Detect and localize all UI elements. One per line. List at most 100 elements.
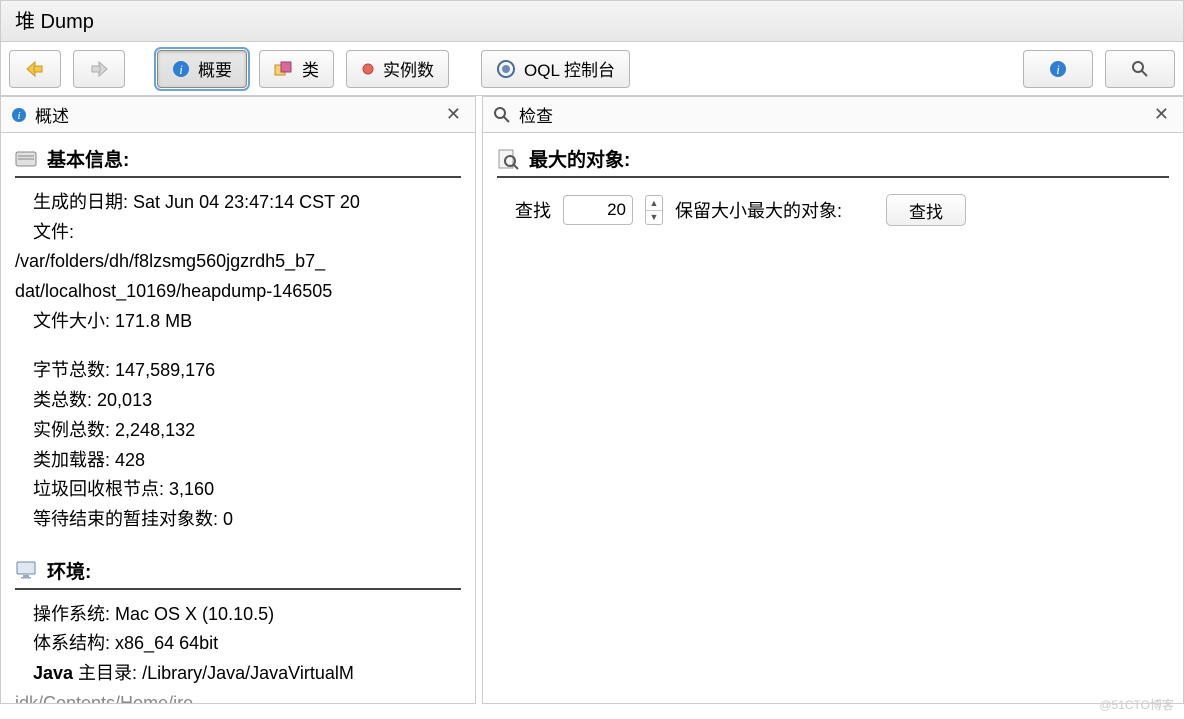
arch-label: 体系结构: [33,633,110,653]
overview-panel-body: 基本信息: 生成的日期: Sat Jun 04 23:47:14 CST 20 … [1,133,475,703]
svg-text:i: i [17,110,20,122]
main-toolbar: i 概要 类 实例数 OQL 控制台 i [0,42,1184,96]
gcroots-row: 垃圾回收根节点: 3,160 [33,475,461,505]
inspect-scroll[interactable]: 最大的对象: 查找 ▲ ▼ 保留大小最大的对象: 查找 [483,133,1183,703]
find-row: 查找 ▲ ▼ 保留大小最大的对象: 查找 [497,188,1169,226]
javahome-row: Java 主目录: /Library/Java/JavaVirtualM [33,659,461,689]
arch-value: x86_64 64bit [115,633,218,653]
biggest-objects-heading-text: 最大的对象: [529,145,630,172]
info-icon: i [1049,60,1067,78]
inspect-panel: 检查 ✕ 最大的对象: 查找 ▲ ▼ 保留大小最大的对象: 查 [482,96,1184,704]
oql-icon [496,59,516,79]
gen-date-row: 生成的日期: Sat Jun 04 23:47:14 CST 20 [33,188,461,218]
card-icon [15,150,37,168]
gen-date-value: Sat Jun 04 23:47:14 CST 20 [133,192,360,212]
bytes-label: 字节总数: [33,360,110,380]
basic-info-heading-text: 基本信息: [47,145,129,172]
file-path-1: /var/folders/dh/f8lzsmg560jgzrdh5_b7_ [15,247,461,277]
oql-console-label: OQL 控制台 [524,56,615,81]
info-button[interactable]: i [1023,50,1093,88]
info-icon: i [172,60,190,78]
biggest-objects-heading: 最大的对象: [497,145,1169,178]
spinner-down-icon[interactable]: ▼ [646,211,662,225]
panels-container: i 概述 ✕ 基本信息: 生成的日期: Sat Jun 04 23:47:14 … [0,96,1184,704]
classes-icon [274,60,294,78]
find-button[interactable]: 查找 [886,194,966,226]
pending-row: 等待结束的暂挂对象数: 0 [33,505,461,535]
instances-tab-button[interactable]: 实例数 [346,50,449,88]
file-size-label: 文件大小: [33,311,110,331]
overview-tab-button[interactable]: i 概要 [157,50,247,88]
bytes-value: 147,589,176 [115,360,215,380]
basic-info-body: 生成的日期: Sat Jun 04 23:47:14 CST 20 文件: /v… [15,188,461,535]
env-heading: 环境: [15,557,461,590]
magnifier-doc-icon [497,148,519,170]
gcroots-value: 3,160 [169,479,214,499]
info-icon: i [11,107,27,123]
overview-panel: i 概述 ✕ 基本信息: 生成的日期: Sat Jun 04 23:47:14 … [0,96,476,704]
os-label: 操作系统: [33,604,110,624]
classes-row: 类总数: 20,013 [33,386,461,416]
close-icon[interactable]: ✕ [1150,104,1173,125]
os-row: 操作系统: Mac OS X (10.10.5) [33,600,461,630]
jdk-truncated: idk/Contents/Home/ire [15,689,461,703]
spinner-up-icon[interactable]: ▲ [646,196,662,211]
svg-text:i: i [1056,62,1060,77]
inspect-panel-title: 检查 [519,102,1150,127]
pending-label: 等待结束的暂挂对象数: [33,509,218,529]
spacer-row [33,336,461,356]
instances-label: 实例总数: [33,420,110,440]
file-size-value: 171.8 MB [115,311,192,331]
search-button[interactable] [1105,50,1175,88]
classes-tab-label: 类 [302,56,319,81]
file-label: 文件: [33,222,74,242]
arch-row: 体系结构: x86_64 64bit [33,629,461,659]
back-button[interactable] [9,50,61,88]
instances-row: 实例总数: 2,248,132 [33,416,461,446]
magnifier-icon [493,106,511,124]
env-body: 操作系统: Mac OS X (10.10.5) 体系结构: x86_64 64… [15,600,461,703]
inspect-panel-header: 检查 ✕ [483,97,1183,133]
env-heading-text: 环境: [47,557,91,584]
count-input[interactable] [563,195,633,225]
forward-button[interactable] [73,50,125,88]
classloaders-row: 类加载器: 428 [33,446,461,476]
find-label: 查找 [515,197,551,223]
classes-tab-button[interactable]: 类 [259,50,334,88]
watermark: @51CTO博客 [1099,696,1174,713]
javahome-label: 主目录: [73,663,137,683]
dot-icon [361,62,375,76]
overview-scroll[interactable]: 基本信息: 生成的日期: Sat Jun 04 23:47:14 CST 20 … [1,133,475,703]
overview-panel-header: i 概述 ✕ [1,97,475,133]
file-label-row: 文件: [33,218,461,248]
svg-text:i: i [179,62,183,77]
monitor-icon [15,560,37,580]
overview-tab-label: 概要 [198,56,232,81]
overview-panel-title: 概述 [35,102,442,127]
instances-value: 2,248,132 [115,420,195,440]
classes-label: 类总数: [33,390,92,410]
close-icon[interactable]: ✕ [442,104,465,125]
os-value: Mac OS X (10.10.5) [115,604,274,624]
file-path-2: dat/localhost_10169/heapdump-146505 [15,277,461,307]
classes-value: 20,013 [97,390,152,410]
inspect-panel-body: 最大的对象: 查找 ▲ ▼ 保留大小最大的对象: 查找 [483,133,1183,703]
java-bold: Java [33,663,73,683]
arrow-right-icon [88,60,110,78]
pending-value: 0 [223,509,233,529]
classloaders-value: 428 [115,450,145,470]
instances-tab-label: 实例数 [383,56,434,81]
file-size-row: 文件大小: 171.8 MB [33,307,461,337]
bytes-row: 字节总数: 147,589,176 [33,356,461,386]
count-spinner[interactable]: ▲ ▼ [645,195,663,225]
oql-console-button[interactable]: OQL 控制台 [481,50,630,88]
arrow-left-icon [24,60,46,78]
window-title: 堆 Dump [0,0,1184,42]
magnifier-icon [1130,59,1150,79]
gen-date-label: 生成的日期: [33,192,128,212]
classloaders-label: 类加载器: [33,450,110,470]
retain-label: 保留大小最大的对象: [675,197,842,223]
basic-info-heading: 基本信息: [15,145,461,178]
javahome-value: /Library/Java/JavaVirtualM [142,663,354,683]
gcroots-label: 垃圾回收根节点: [33,479,164,499]
